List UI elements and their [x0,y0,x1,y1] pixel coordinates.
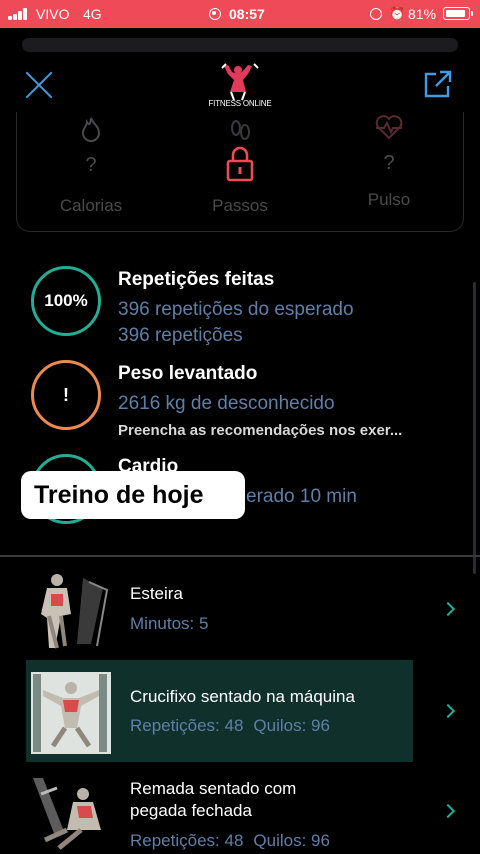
today-workout-toast: Treino de hoje [21,471,245,519]
share-icon[interactable] [422,68,454,100]
pulse-value: ? [383,152,395,174]
lock-icon [226,146,254,182]
exercise-kilos: Quilos: 96 [253,716,330,735]
stats-card: ? Calorias Passos ? Pulso [16,112,464,232]
weight-value: 2616 kg de desconhecido [118,393,335,414]
network-label: 4G [83,6,102,22]
steps-label: Passos [212,196,268,215]
exercise-meta: Repetições: 48 Quilos: 96 [130,831,330,851]
steps-icon [231,120,250,140]
scrollbar[interactable] [473,282,476,574]
weight-note[interactable]: Preencha as recomendações nos exer... [118,422,402,439]
exercise-minutes: Minutos: 5 [130,614,209,633]
stat-steps[interactable]: Passos [180,114,300,224]
exercise-reps: Repetições: 48 [130,831,244,850]
exercise-name-line1: Remada sentado com [130,779,297,798]
exercise-meta: Repetições: 48 Quilos: 96 [130,716,330,736]
section-divider [0,555,480,557]
battery-percent: 81% [408,6,437,22]
weight-title: Peso levantado [118,363,258,384]
chevron-right-icon [440,803,456,819]
stat-calories[interactable]: ? Calorias [31,114,151,224]
reps-done: 396 repetições [118,325,243,346]
alarm-icon: ⏰ [389,6,406,21]
close-button[interactable] [24,70,54,100]
stat-pulse[interactable]: ? Pulso [329,112,449,222]
exercise-name: Crucifixo sentado na máquina [130,687,355,706]
battery-icon [443,7,473,20]
exercise-item-seated-fly[interactable]: Crucifixo sentado na máquina Repetições:… [0,660,480,762]
exercise-item-seated-row[interactable]: Remada sentado com pegada fechada Repeti… [0,770,480,854]
flame-icon [81,117,101,142]
treadmill-illustration [31,568,111,650]
chevron-right-icon [440,601,456,617]
sheet-grabber[interactable] [22,38,458,52]
carrier-label: VIVO [36,6,70,22]
reps-expected: 396 repetições do esperado [118,299,354,320]
chevron-right-icon [440,703,456,719]
exercise-name-line2: pegada fechada [130,801,252,820]
screen-record-icon [209,8,221,20]
exercise-item-treadmill[interactable]: Esteira Minutos: 5 [0,566,480,656]
heart-pulse-icon [375,115,403,140]
seated-fly-illustration [31,672,111,754]
signal-icon [8,8,30,20]
pulse-label: Pulso [367,190,411,209]
bodybuilder-icon [221,63,259,101]
exercise-meta: Minutos: 5 [130,614,208,634]
status-bar: VIVO 4G 08:57 ⏰ 81% [0,0,480,28]
exercise-name: Esteira [130,584,183,603]
orientation-lock-icon [370,8,382,20]
calories-label: Calorias [59,196,123,215]
seated-row-illustration [31,774,111,854]
cardio-expected: erado 10 min [246,486,357,507]
logo-text: FITNESS ONLINE [208,99,272,108]
app-logo: FITNESS ONLINE [208,62,272,114]
reps-title: Repetições feitas [118,269,275,290]
reps-progress-ring: 100% [31,266,101,336]
exercise-reps: Repetições: 48 [130,716,244,735]
calories-value: ? [85,154,97,176]
exercise-kilos: Quilos: 96 [253,831,330,850]
weight-warning-ring: ! [31,360,101,430]
clock: 08:57 [229,6,265,22]
